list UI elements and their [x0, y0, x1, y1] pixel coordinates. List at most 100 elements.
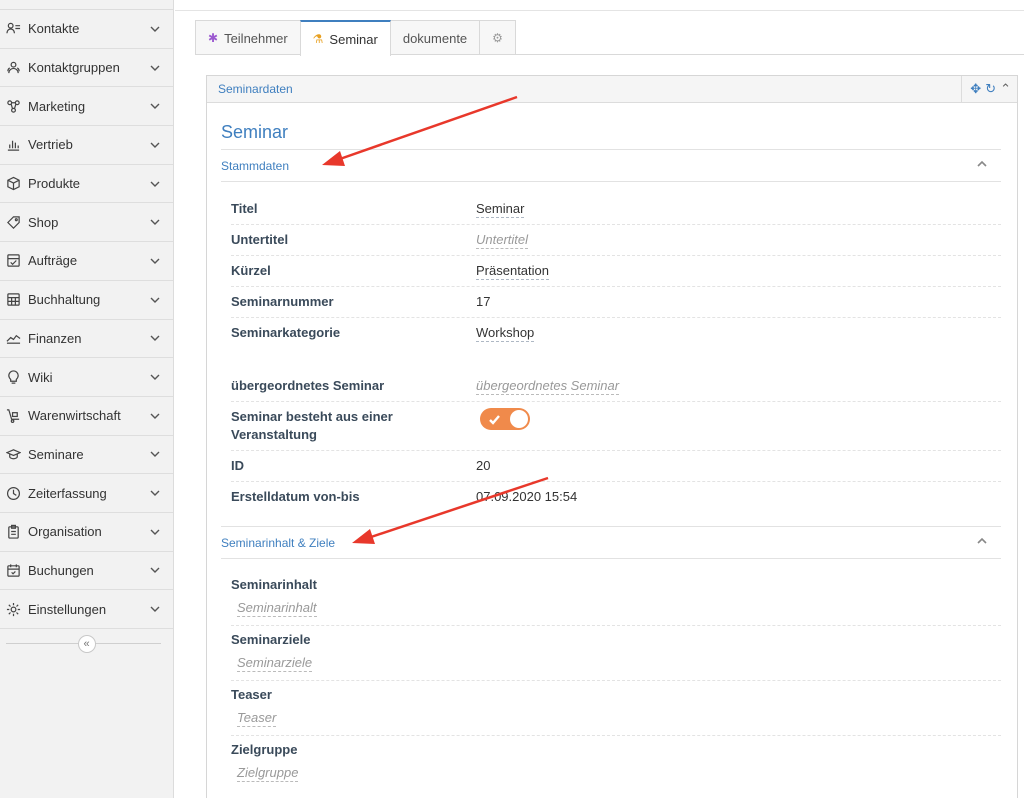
- toggle-knob: [510, 410, 528, 428]
- asterisk-icon: ✱: [208, 31, 219, 45]
- teaser-value[interactable]: Teaser: [237, 710, 277, 727]
- titel-value[interactable]: Seminar: [476, 201, 525, 218]
- sidebar-item-label: Zeiterfassung: [28, 485, 107, 501]
- sidebar-item-buchungen[interactable]: Buchungen: [0, 552, 173, 591]
- section-title: Seminarinhalt & Ziele: [221, 535, 336, 550]
- sidebar-item-marketing[interactable]: Marketing: [0, 87, 173, 127]
- zielgruppe-value[interactable]: Zielgruppe: [237, 765, 299, 782]
- seminarkategorie-value[interactable]: Workshop: [476, 325, 535, 342]
- tab-teilnehmer[interactable]: ✱ Teilnehmer: [195, 20, 301, 55]
- field-label: ID: [231, 458, 244, 473]
- sidebar-item-buchhaltung[interactable]: Buchhaltung: [0, 281, 173, 320]
- field-block-zielgruppe: Zielgruppe Zielgruppe: [231, 741, 1001, 782]
- field-label: Untertitel: [231, 232, 289, 247]
- move-icon[interactable]: ✥: [970, 81, 981, 97]
- chevron-down-icon: [149, 23, 161, 35]
- chevron-down-icon: [149, 487, 161, 499]
- section-stammdaten-header[interactable]: Stammdaten: [221, 149, 1001, 182]
- calendar-icon: [4, 561, 22, 579]
- field-row-untertitel: Untertitel Untertitel: [231, 231, 1001, 249]
- tag-icon: [4, 213, 22, 231]
- collapse-panel-icon[interactable]: ⌃: [1000, 81, 1011, 97]
- sidebar-item-zeiterfassung[interactable]: Zeiterfassung: [0, 474, 173, 513]
- sidebar-item-wiki[interactable]: Wiki: [0, 358, 173, 397]
- field-value-wrap: [476, 408, 1001, 444]
- sidebar: Kontakte Kontaktgruppen Marketing Vertri…: [0, 0, 174, 798]
- sidebar-collapse-button[interactable]: «: [77, 635, 96, 653]
- seminarinhalt-value[interactable]: Seminarinhalt: [237, 600, 317, 617]
- field-value-wrap: 17: [476, 293, 1001, 311]
- field-row-uebergeordnet: übergeordnetes Seminar übergeordnetes Se…: [231, 377, 1001, 395]
- kuerzel-value[interactable]: Präsentation: [476, 263, 549, 280]
- gear-icon: [4, 600, 22, 618]
- field-value-wrap: 20: [476, 457, 1001, 475]
- chevron-down-icon: [149, 526, 161, 538]
- top-divider: [175, 10, 1024, 11]
- chevron-down-icon: [149, 255, 161, 267]
- clock-icon: [4, 484, 22, 502]
- sidebar-collapse-row: «: [0, 629, 173, 659]
- tab-settings[interactable]: ⚙: [479, 20, 516, 55]
- panel-content: Seminar: [221, 122, 1001, 149]
- sidebar-item-einstellungen[interactable]: Einstellungen: [0, 590, 173, 629]
- sidebar-item-kontaktgruppen[interactable]: Kontaktgruppen: [0, 49, 173, 88]
- panel-header: Seminardaten ✥ ↻ ⌃: [207, 75, 1017, 103]
- field-block-seminarziele: Seminarziele Seminarziele: [231, 631, 1001, 672]
- bulb-icon: [4, 368, 22, 386]
- panel-tools: ✥ ↻ ⌃: [961, 75, 1017, 103]
- accounting-icon: [4, 291, 22, 309]
- field-label: Titel: [231, 201, 258, 216]
- sidebar-item-produkte[interactable]: Produkte: [0, 165, 173, 204]
- sidebar-item-label: Produkte: [28, 176, 81, 192]
- row-divider: [231, 450, 1001, 451]
- chevron-down-icon: [149, 294, 161, 306]
- uebergeordnet-value[interactable]: übergeordnetes Seminar: [476, 378, 620, 395]
- field-row-kuerzel: Kürzel Präsentation: [231, 262, 1001, 280]
- field-label: Seminarziele: [231, 632, 311, 647]
- chevron-up-icon[interactable]: [975, 157, 993, 175]
- field-label: Teaser: [231, 687, 272, 702]
- field-label: Seminarkategorie: [231, 325, 341, 340]
- sidebar-item-finanzen[interactable]: Finanzen: [0, 320, 173, 359]
- field-label: Seminar besteht aus einer Veranstaltung: [231, 408, 476, 444]
- field-row-titel: Titel Seminar: [231, 200, 1001, 218]
- field-value-wrap: Präsentation: [476, 262, 1001, 280]
- field-row-seminarnummer: Seminarnummer 17: [231, 293, 1001, 311]
- chevron-up-icon[interactable]: [975, 534, 993, 552]
- tab-seminar[interactable]: ⚗ Seminar: [299, 20, 391, 56]
- field-label: übergeordnetes Seminar: [231, 378, 385, 393]
- sidebar-item-auftraege[interactable]: Aufträge: [0, 242, 173, 281]
- sidebar-item-label: Einstellungen: [28, 601, 107, 617]
- field-value-wrap: Seminarinhalt: [237, 600, 1001, 617]
- field-block-teaser: Teaser Teaser: [231, 686, 1001, 727]
- sidebar-item-label: Buchhaltung: [28, 292, 101, 308]
- sidebar-item-kontakte[interactable]: Kontakte: [0, 10, 173, 49]
- row-divider: [231, 255, 1001, 256]
- sales-chart-icon: [4, 136, 22, 154]
- field-row-id: ID 20: [231, 457, 1001, 475]
- sidebar-item-seminare[interactable]: Seminare: [0, 436, 173, 475]
- tab-dokumente[interactable]: dokumente: [389, 20, 481, 55]
- section-inhalt-header[interactable]: Seminarinhalt & Ziele: [221, 526, 1001, 559]
- sidebar-item-organisation[interactable]: Organisation: [0, 513, 173, 552]
- sidebar-item-vertrieb[interactable]: Vertrieb: [0, 126, 173, 165]
- untertitel-value[interactable]: Untertitel: [476, 232, 529, 249]
- seminarziele-value[interactable]: Seminarziele: [237, 655, 313, 672]
- refresh-icon[interactable]: ↻: [985, 81, 996, 97]
- sidebar-item-warenwirtschaft[interactable]: Warenwirtschaft: [0, 397, 173, 436]
- row-divider: [231, 481, 1001, 482]
- clipboard-icon: [4, 523, 22, 541]
- marketing-icon: [4, 97, 22, 115]
- veranstaltung-toggle[interactable]: [480, 408, 530, 430]
- field-row-seminarkategorie: Seminarkategorie Workshop: [231, 324, 1001, 342]
- seminardaten-panel: Seminardaten ✥ ↻ ⌃ Seminar Stammdaten Ti…: [206, 75, 1018, 798]
- sidebar-item-shop[interactable]: Shop: [0, 203, 173, 243]
- field-value-wrap: 07.09.2020 15:54: [476, 488, 1001, 506]
- field-value-wrap: Seminar: [476, 200, 1001, 218]
- id-value: 20: [476, 458, 491, 473]
- contacts-icon: [4, 20, 22, 38]
- erstelldatum-value: 07.09.2020 15:54: [476, 489, 578, 504]
- chevron-down-icon: [149, 410, 161, 422]
- chevron-down-icon: [149, 448, 161, 460]
- sidebar-top-divider: [0, 0, 173, 10]
